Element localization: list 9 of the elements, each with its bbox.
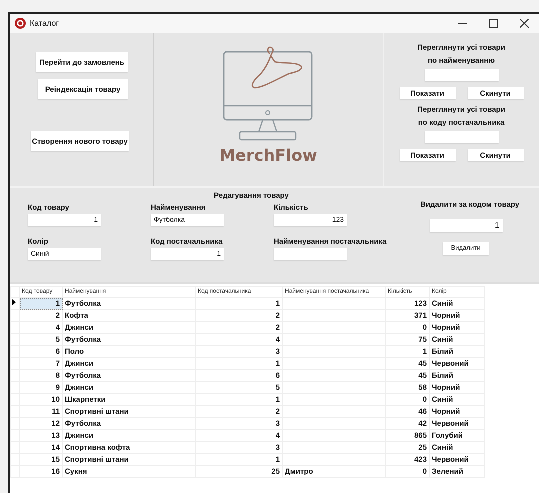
filter-input[interactable] <box>424 131 498 143</box>
maximize-icon[interactable] <box>489 19 498 28</box>
close-icon[interactable] <box>520 19 529 28</box>
input-field[interactable]: 1 <box>430 219 502 232</box>
app-icon <box>15 18 26 29</box>
filter-input[interactable] <box>424 69 498 81</box>
window-title: Каталог <box>30 19 60 28</box>
input-field[interactable] <box>274 248 347 260</box>
logo-text: MerchFlow <box>220 146 318 165</box>
